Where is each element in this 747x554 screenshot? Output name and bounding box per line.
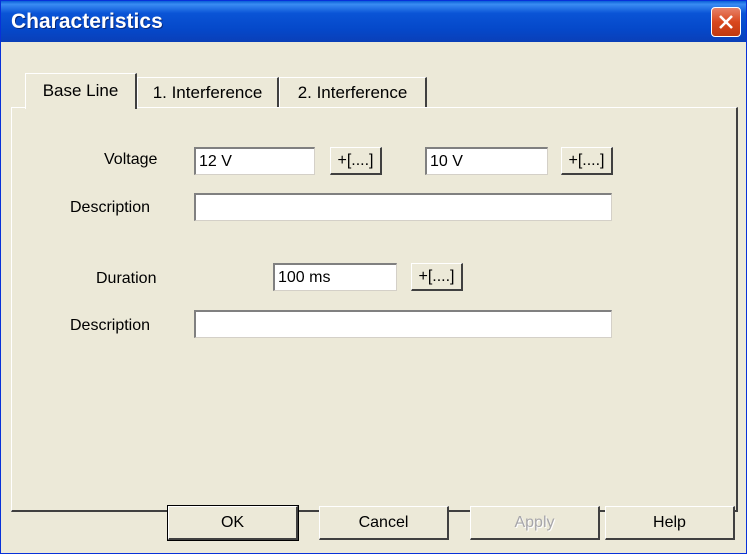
description-input-2[interactable]: [194, 310, 612, 338]
description-label-2: Description: [70, 317, 151, 334]
cancel-button[interactable]: Cancel: [319, 506, 449, 540]
close-button[interactable]: [711, 7, 741, 37]
description-input-1[interactable]: [194, 193, 612, 221]
help-button[interactable]: Help: [605, 506, 735, 540]
voltage-input-1[interactable]: [194, 147, 315, 175]
duration-add-button[interactable]: +[....]: [411, 263, 463, 291]
window-title: Characteristics: [11, 10, 163, 33]
duration-label: Duration: [96, 270, 157, 287]
tab-1-interference[interactable]: 1. Interference: [137, 77, 279, 109]
voltage-label: Voltage: [104, 151, 158, 168]
voltage-input-2[interactable]: [425, 147, 548, 175]
close-icon: [719, 15, 733, 29]
voltage-add-button-2[interactable]: +[....]: [561, 147, 613, 175]
tab-base-line[interactable]: Base Line: [25, 73, 137, 109]
characteristics-dialog: Characteristics Base Line 1. Interferenc…: [0, 0, 747, 554]
voltage-add-button-1[interactable]: +[....]: [330, 147, 382, 175]
apply-button[interactable]: Apply: [470, 506, 600, 540]
title-bar[interactable]: Characteristics: [1, 1, 746, 42]
description-label-1: Description: [70, 199, 151, 216]
tab-2-interference[interactable]: 2. Interference: [279, 77, 427, 109]
duration-input[interactable]: [273, 263, 397, 291]
ok-button[interactable]: OK: [167, 505, 299, 541]
